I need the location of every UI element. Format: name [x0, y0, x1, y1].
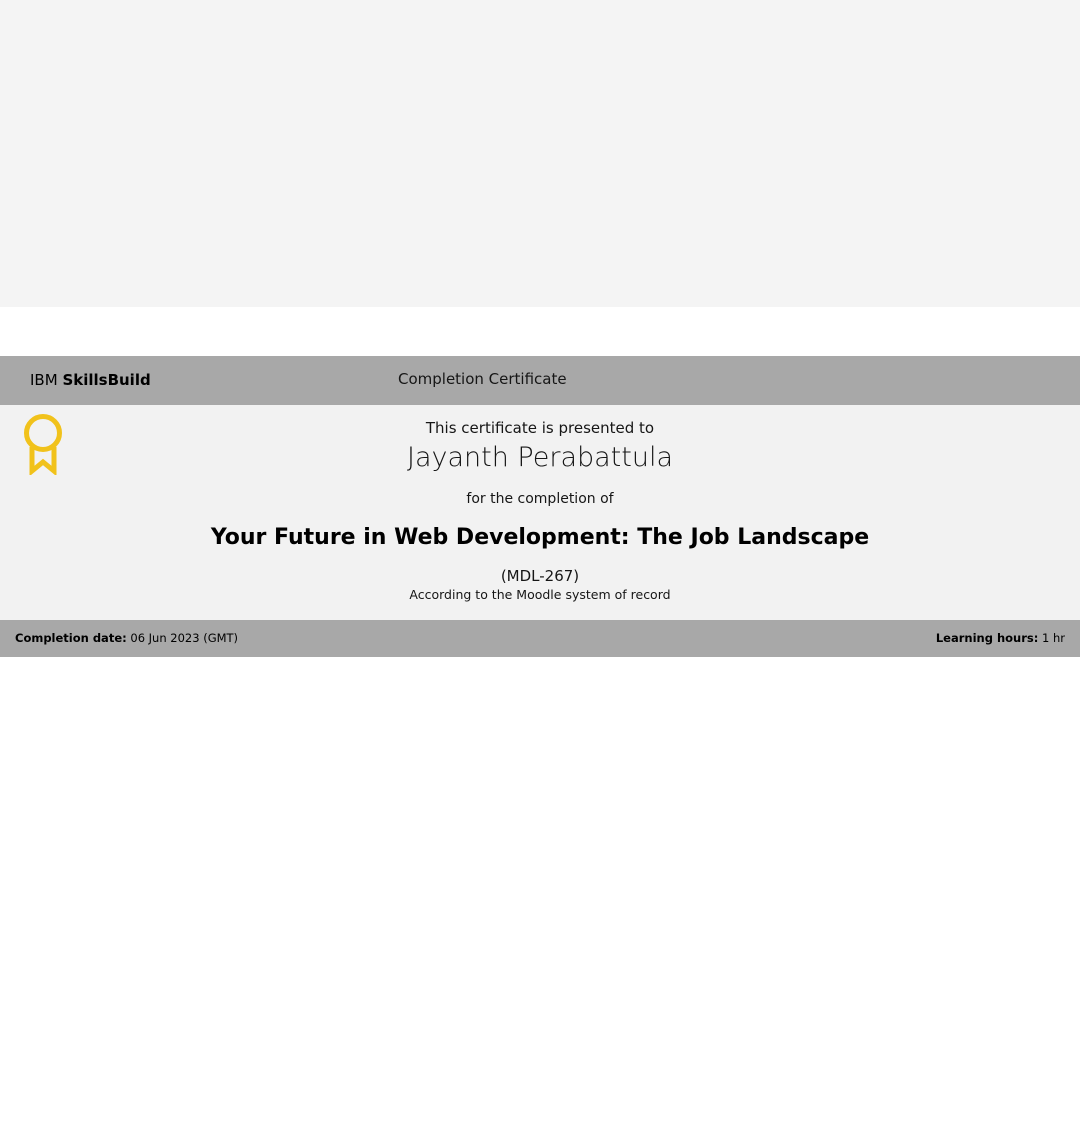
certificate-footer-bar: Completion date: 06 Jun 2023 (GMT) Learn… — [0, 620, 1080, 657]
completion-certificate: IBM SkillsBuild Completion Certificate T… — [0, 356, 1080, 657]
completion-date: Completion date: 06 Jun 2023 (GMT) — [15, 630, 238, 646]
brand-prefix: IBM — [30, 371, 58, 389]
completion-date-label: Completion date: — [15, 631, 127, 645]
top-background-band — [0, 0, 1080, 307]
certificate-body: This certificate is presented to Jayanth… — [0, 405, 1080, 620]
certificate-header-bar: IBM SkillsBuild Completion Certificate — [0, 356, 1080, 405]
completion-date-value: 06 Jun 2023 (GMT) — [130, 631, 239, 645]
learning-hours: Learning hours: 1 hr — [936, 630, 1065, 646]
course-title: Your Future in Web Development: The Job … — [210, 525, 870, 550]
presented-to-text: This certificate is presented to — [425, 419, 655, 437]
learning-hours-label: Learning hours: — [935, 631, 1039, 645]
brand-logo-text: IBM SkillsBuild — [30, 371, 151, 389]
learning-hours-value: 1 hr — [1042, 631, 1065, 645]
record-note: According to the Moodle system of record — [409, 587, 671, 602]
certificate-type-label: Completion Certificate — [398, 370, 567, 388]
recipient-name: Jayanth Perabattula — [406, 442, 674, 473]
course-code: (MDL-267) — [500, 567, 580, 585]
brand-name: SkillsBuild — [62, 371, 151, 389]
completion-of-text: for the completion of — [466, 491, 614, 507]
